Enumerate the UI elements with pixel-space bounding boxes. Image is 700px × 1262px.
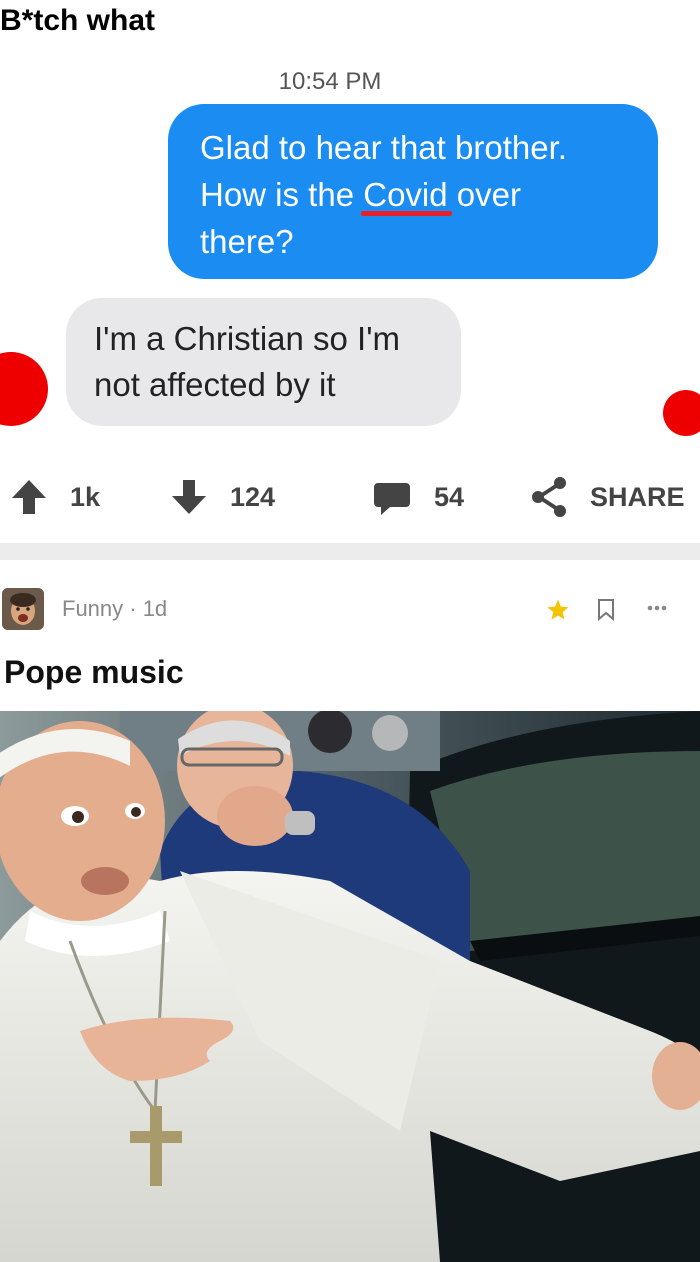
avatar-face-icon	[2, 588, 44, 630]
share-label: SHARE	[590, 481, 685, 512]
upvote-count: 1k	[70, 481, 101, 512]
star-icon[interactable]	[546, 598, 570, 622]
post-title: B*tch what	[0, 4, 156, 37]
incoming-message-line: not affected by it	[94, 366, 336, 403]
post-header: Funny · 1d	[0, 586, 700, 634]
section-avatar[interactable]	[2, 588, 44, 630]
red-dot-marker	[0, 352, 48, 426]
incoming-message-line: I'm a Christian so I'm	[94, 320, 401, 357]
share-icon	[532, 477, 566, 517]
outgoing-message-line: How is the Covid over	[200, 171, 630, 218]
outgoing-message-line: there?	[200, 223, 294, 260]
incoming-message-bubble: I'm a Christian so I'm not affected by i…	[66, 298, 461, 426]
upvote-button[interactable]: 1k	[8, 472, 100, 522]
post-image[interactable]	[0, 711, 700, 1262]
comments-button[interactable]: 54	[372, 472, 464, 522]
spellcheck-underline	[361, 211, 452, 216]
message-text: Covid	[363, 176, 448, 213]
post-title: Pope music	[4, 654, 184, 690]
share-button[interactable]: SHARE	[528, 472, 685, 522]
post-action-bar: 1k 124 54 SHARE	[0, 472, 700, 522]
upvote-arrow-icon	[12, 480, 46, 514]
chat-timestamp: 10:54 PM	[278, 68, 382, 95]
post-section-meta[interactable]: Funny · 1d	[62, 596, 167, 622]
downvote-count: 124	[230, 481, 276, 512]
comment-icon	[374, 483, 410, 515]
spellcheck-word: Covid	[361, 171, 452, 218]
comment-count: 54	[434, 481, 465, 512]
red-dot-marker	[663, 390, 700, 436]
post-divider	[0, 543, 700, 560]
message-text: How is the	[200, 176, 364, 213]
downvote-button[interactable]: 124	[168, 472, 275, 522]
bookmark-icon[interactable]	[597, 598, 615, 622]
outgoing-message-line: Glad to hear that brother.	[200, 129, 567, 166]
outgoing-message-bubble: Glad to hear that brother. How is the Co…	[168, 104, 658, 279]
pope-photo	[0, 711, 700, 1262]
more-icon[interactable]	[646, 604, 668, 612]
message-text: over	[447, 176, 521, 213]
downvote-arrow-icon	[172, 480, 206, 514]
